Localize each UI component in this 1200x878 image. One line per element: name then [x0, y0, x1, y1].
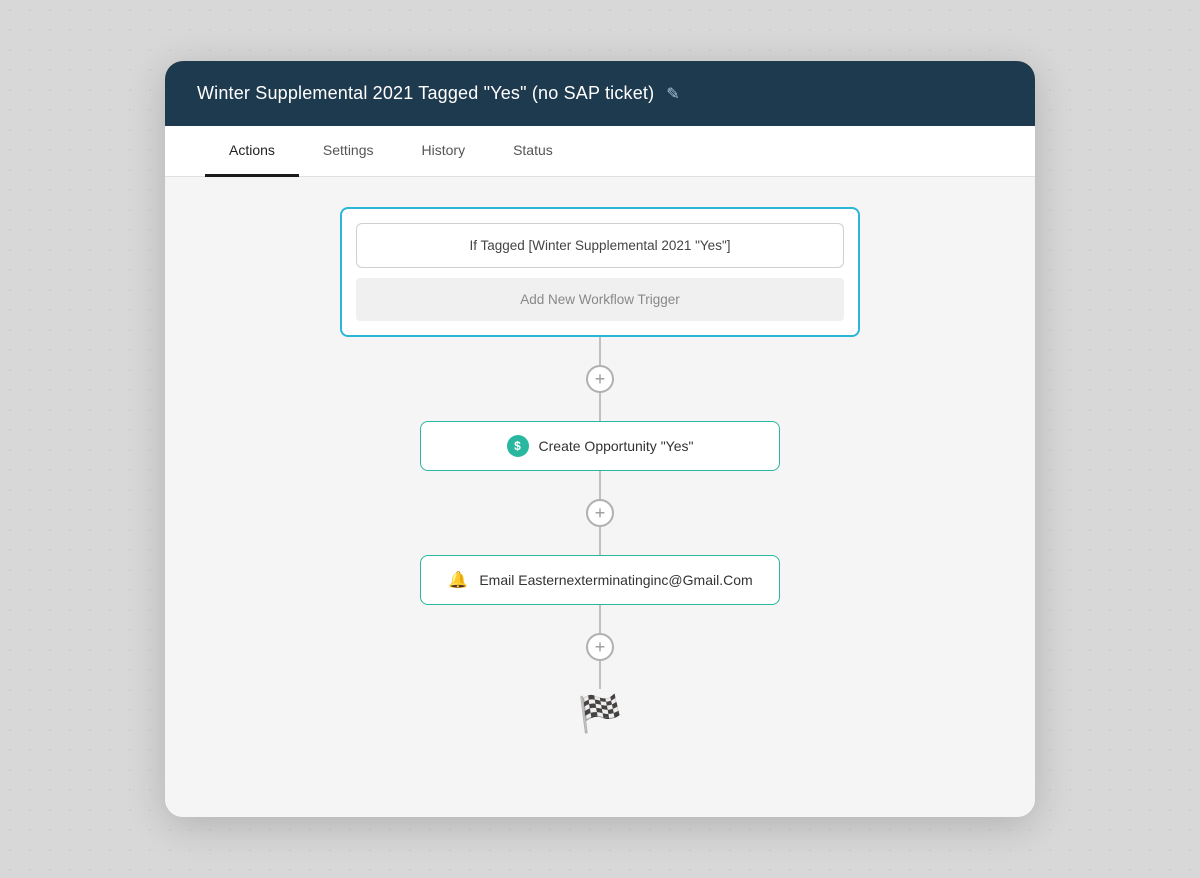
action-label-1: Create Opportunity "Yes": [539, 438, 694, 454]
tab-status[interactable]: Status: [489, 126, 577, 177]
connector-line-3: [599, 605, 601, 633]
dollar-icon: $: [507, 435, 529, 457]
action-label-2: Email Easternexterminatinginc@Gmail.Com: [479, 572, 752, 588]
connector-line-3b: [599, 661, 601, 689]
connector-1: +: [586, 337, 614, 421]
connector-line-1b: [599, 393, 601, 421]
page-wrapper: Winter Supplemental 2021 Tagged "Yes" (n…: [0, 0, 1200, 878]
connector-line-1: [599, 337, 601, 365]
add-step-button-1[interactable]: +: [586, 365, 614, 393]
connector-line-2: [599, 471, 601, 499]
add-trigger-button[interactable]: Add New Workflow Trigger: [356, 278, 844, 321]
tab-actions[interactable]: Actions: [205, 126, 299, 177]
action-node-1[interactable]: $ Create Opportunity "Yes": [420, 421, 780, 471]
tabs-bar: Actions Settings History Status: [165, 126, 1035, 177]
action-node-2[interactable]: 🔔 Email Easternexterminatinginc@Gmail.Co…: [420, 555, 780, 605]
main-card: Winter Supplemental 2021 Tagged "Yes" (n…: [165, 61, 1035, 817]
card-body: If Tagged [Winter Supplemental 2021 "Yes…: [165, 177, 1035, 817]
connector-2: +: [586, 471, 614, 555]
bell-icon: 🔔: [447, 569, 469, 591]
tab-history[interactable]: History: [398, 126, 490, 177]
edit-icon[interactable]: ✎: [666, 84, 679, 104]
connector-line-2b: [599, 527, 601, 555]
trigger-block: If Tagged [Winter Supplemental 2021 "Yes…: [340, 207, 860, 337]
connector-3: +: [586, 605, 614, 689]
finish-flag: 🏁: [578, 693, 623, 735]
trigger-condition[interactable]: If Tagged [Winter Supplemental 2021 "Yes…: [356, 223, 844, 268]
add-step-button-2[interactable]: +: [586, 499, 614, 527]
workflow-title: Winter Supplemental 2021 Tagged "Yes" (n…: [197, 83, 654, 104]
tab-settings[interactable]: Settings: [299, 126, 398, 177]
card-header: Winter Supplemental 2021 Tagged "Yes" (n…: [165, 61, 1035, 126]
add-step-button-3[interactable]: +: [586, 633, 614, 661]
